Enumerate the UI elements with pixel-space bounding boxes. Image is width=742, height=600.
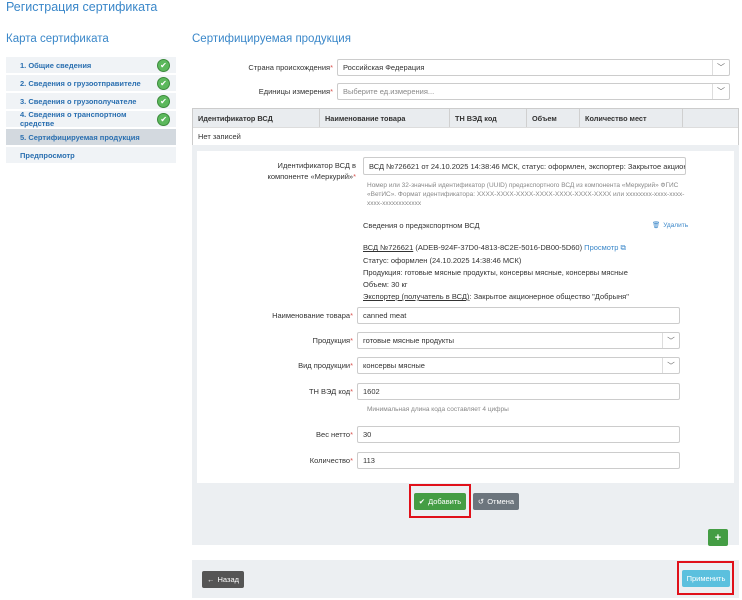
external-link-icon: ⧉ (618, 243, 626, 252)
products-table: Идентификатор ВСД Наименование товара ТН… (192, 108, 739, 146)
check-circle-icon: ✔ (157, 58, 170, 72)
name-label: Наименование товара (272, 311, 351, 320)
column-header[interactable]: Объем (527, 109, 580, 127)
required-mark: * (350, 430, 353, 439)
vsd-uuid: (ADEB-924F-37D0-4813-8C2E-5016-DB00-5D60… (413, 243, 585, 252)
column-header[interactable]: Количество мест (580, 109, 683, 127)
name-row: Наименование товара* canned meat (192, 307, 739, 324)
sidebar-item-label: 2. Сведения о грузоотправителе (20, 78, 141, 88)
required-mark: * (350, 311, 353, 320)
required-mark: * (350, 456, 353, 465)
kind-row: Вид продукции* консервы мясные ﹀ (192, 357, 739, 374)
units-placeholder: Выберите ед.измерения... (343, 86, 435, 96)
tnved-label: ТН ВЭД код (308, 387, 351, 396)
vsd-exporter: Экспортер (получатель в ВСД): Закрытое а… (363, 291, 629, 302)
required-mark: * (353, 172, 356, 181)
chevron-down-icon: ﹀ (662, 358, 679, 373)
add-button[interactable]: ✔ Добавить (414, 493, 466, 510)
sidebar-item-consignee[interactable]: 3. Сведения о грузополучателе ✔ (6, 93, 176, 111)
apply-button[interactable]: Применить (682, 570, 730, 587)
cancel-button[interactable]: ↺ Отмена (473, 493, 519, 510)
vsd-id-hint: Номер или 32-значный идентификатор (UUID… (367, 182, 685, 207)
country-select[interactable]: Российская Федерация ﹀ (337, 58, 730, 76)
sidebar-item-label: 5. Сертифицируемая продукция (20, 132, 140, 142)
add-row-button[interactable]: + (708, 529, 728, 546)
vsd-volume: Объем: 30 кг (363, 280, 408, 289)
section-title: Сертифицируемая продукция (192, 33, 351, 45)
sidebar-item-label: Предпросмотр (20, 150, 75, 160)
chevron-down-icon: ﹀ (712, 83, 729, 99)
check-circle-icon: ✔ (157, 76, 170, 90)
name-input[interactable]: canned meat (357, 307, 680, 324)
vsd-line-1: ВСД №726621 (ADEB-924F-37D0-4813-8C2E-50… (363, 242, 626, 253)
required-mark: * (330, 62, 333, 72)
chevron-down-icon: ﹀ (662, 333, 679, 348)
sidebar-item-preview[interactable]: Предпросмотр (6, 147, 176, 165)
units-select[interactable]: Выберите ед.измерения... ﹀ (337, 82, 730, 100)
undo-icon: ↺ (477, 497, 485, 506)
quantity-input[interactable]: 113 (357, 452, 680, 469)
check-icon: ✔ (418, 497, 426, 506)
vsd-id-input[interactable]: ВСД №726621 от 24.10.2025 14:38:46 МСК, … (363, 157, 686, 175)
units-row: Единицы измерения* Выберите ед.измерения… (192, 82, 738, 100)
check-circle-icon: ✔ (157, 94, 170, 108)
sidebar-item-transport[interactable]: 4. Сведения о транспортном средстве ✔ (6, 110, 176, 129)
product-select[interactable]: готовые мясные продукты ﹀ (357, 332, 680, 349)
required-mark: * (350, 387, 353, 396)
arrow-left-icon: ← (207, 575, 215, 584)
tnved-hint: Минимальная длина кода составляет 4 цифр… (367, 406, 509, 413)
vsd-id-label: Идентификатор ВСД в компоненте «Меркурий… (267, 161, 356, 181)
weight-label: Вес нетто (316, 430, 351, 439)
product-label: Продукция (312, 336, 351, 345)
delete-button[interactable]: 🗑 Удалить (652, 221, 688, 230)
column-header[interactable]: Идентификатор ВСД (193, 109, 320, 127)
exporter-value: : Закрытое акционерное общество "Добрыня… (469, 292, 629, 301)
sidebar-item-consignor[interactable]: 2. Сведения о грузоотправителе ✔ (6, 75, 176, 93)
vsd-products: Продукция: готовые мясные продукты, конс… (363, 268, 628, 277)
units-label: Единицы измерения (258, 86, 331, 96)
check-circle-icon: ✔ (157, 112, 170, 126)
empty-row: Нет записей (193, 127, 738, 145)
sidebar-item-label: 3. Сведения о грузополучателе (20, 96, 137, 106)
country-value: Российская Федерация (343, 62, 425, 72)
plus-icon: + (714, 531, 722, 544)
exporter-label: Экспортер (получатель в ВСД) (363, 292, 470, 301)
country-row: Страна происхождения* Российская Федерац… (192, 58, 738, 76)
kind-label: Вид продукции (298, 361, 351, 370)
chevron-down-icon: ﹀ (712, 59, 729, 75)
vsd-status: Статус: оформлен (24.10.2025 14:38:46 МС… (363, 256, 522, 265)
sidebar-nav: 1. Общие сведения ✔ 2. Сведения о грузоо… (6, 57, 176, 165)
kind-value: консервы мясные (363, 361, 425, 370)
tnved-row: ТН ВЭД код* 1602 (192, 383, 739, 400)
product-row: Продукция* готовые мясные продукты ﹀ (192, 332, 739, 349)
page-title: Регистрация сертификата (6, 0, 158, 14)
required-mark: * (330, 86, 333, 96)
weight-row: Вес нетто* 30 (192, 426, 739, 443)
back-button[interactable]: ← Назад (202, 571, 244, 588)
sidebar-item-general[interactable]: 1. Общие сведения ✔ (6, 57, 176, 75)
footer-bar (192, 560, 739, 598)
country-label: Страна происхождения (248, 62, 331, 72)
sidebar-title: Карта сертификата (6, 33, 109, 45)
kind-select[interactable]: консервы мясные ﹀ (357, 357, 680, 374)
column-header[interactable]: ТН ВЭД код (450, 109, 527, 127)
trash-icon: 🗑 (652, 222, 661, 229)
vsd-section-link[interactable]: Сведения о предэкспортном ВСД (363, 220, 480, 231)
column-header[interactable]: Наименование товара (320, 109, 450, 127)
tnved-input[interactable]: 1602 (357, 383, 680, 400)
quantity-label: Количество (309, 456, 351, 465)
vsd-number: ВСД №726621 (363, 243, 414, 252)
sidebar-item-label: 4. Сведения о транспортном средстве (20, 110, 127, 128)
required-mark: * (350, 361, 353, 370)
sidebar-item-products[interactable]: 5. Сертифицируемая продукция (6, 129, 176, 147)
table-header: Идентификатор ВСД Наименование товара ТН… (193, 109, 738, 127)
product-value: готовые мясные продукты (363, 336, 455, 345)
view-link[interactable]: Просмотр (584, 243, 618, 252)
required-mark: * (350, 336, 353, 345)
quantity-row: Количество* 113 (192, 452, 739, 469)
weight-input[interactable]: 30 (357, 426, 680, 443)
sidebar-item-label: 1. Общие сведения (20, 60, 92, 70)
